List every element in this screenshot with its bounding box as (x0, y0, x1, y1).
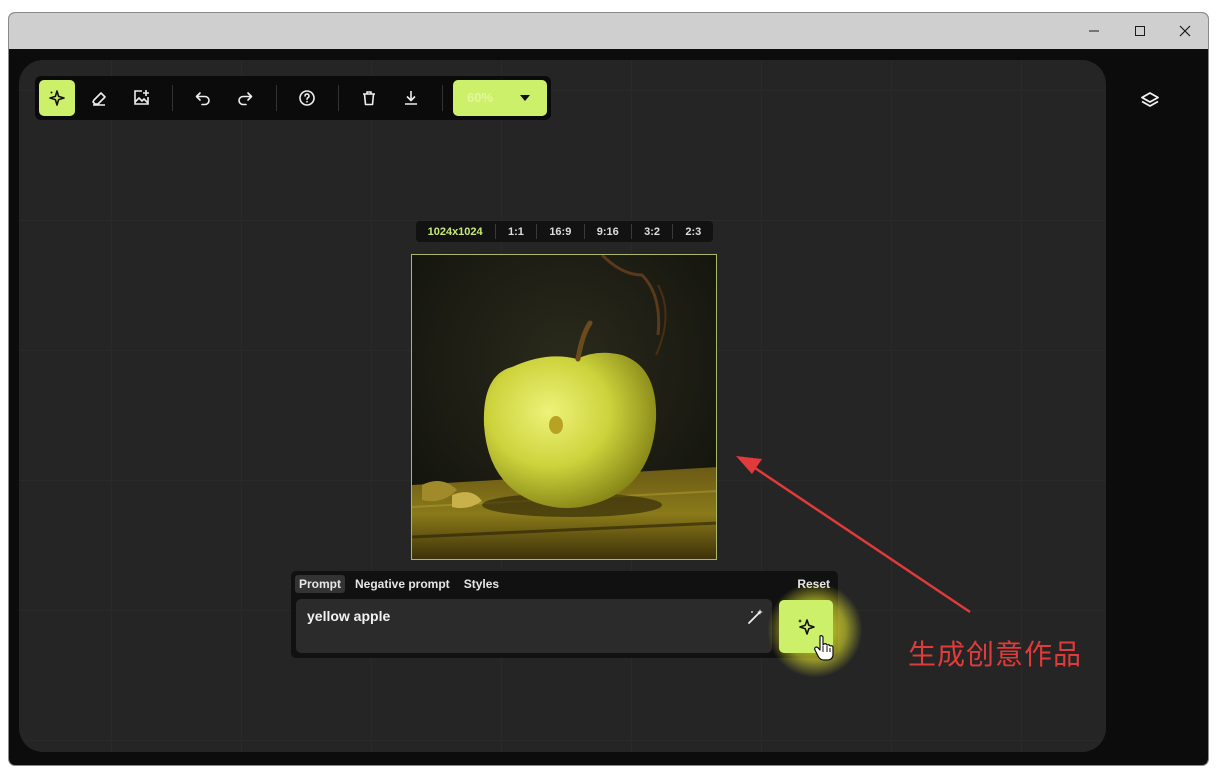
prompt-panel: Prompt Negative prompt Styles Reset yell… (291, 571, 838, 658)
sparkle-icon (49, 90, 65, 106)
annotation-label: 生成创意作品 (908, 638, 1083, 671)
layers-icon[interactable] (1139, 90, 1161, 112)
size-preset-2-3[interactable]: 2:3 (682, 226, 704, 238)
download-button[interactable] (393, 80, 429, 116)
preset-divider (536, 224, 538, 239)
eraser-icon (92, 92, 106, 106)
redo-button[interactable] (227, 80, 263, 116)
toolbar-divider (338, 85, 339, 111)
toolbar-divider (172, 85, 173, 111)
size-preset-bar: 1024x1024 1:1 16:9 9:16 3:2 2:3 (416, 221, 713, 242)
trash-icon (363, 91, 375, 106)
tab-negative-prompt[interactable]: Negative prompt (351, 575, 454, 593)
close-icon (1179, 25, 1191, 37)
hand-cursor-icon (814, 635, 834, 661)
chevron-down-icon (516, 89, 534, 107)
delete-button[interactable] (351, 80, 387, 116)
toolbar-divider (276, 85, 277, 111)
prompt-input[interactable]: yellow apple (296, 599, 772, 653)
size-preset-16-9[interactable]: 16:9 (546, 226, 574, 238)
maximize-icon (1135, 26, 1145, 36)
preset-divider (583, 224, 585, 239)
help-circle-icon (299, 90, 315, 106)
eraser-tool-button[interactable] (81, 80, 117, 116)
redo-icon (238, 92, 253, 106)
zoom-select[interactable]: 60% (453, 80, 547, 116)
maximize-button[interactable] (1117, 13, 1163, 49)
tab-styles[interactable]: Styles (460, 575, 503, 593)
tab-prompt[interactable]: Prompt (295, 575, 345, 593)
undo-icon (195, 92, 210, 106)
generate-tool-button[interactable] (39, 80, 75, 116)
title-bar (9, 13, 1208, 49)
minimize-icon (1089, 30, 1099, 32)
apple-image (412, 255, 716, 559)
toolbar-divider (442, 85, 443, 111)
close-button[interactable] (1162, 13, 1208, 49)
add-image-tool-button[interactable] (123, 80, 159, 116)
zoom-value: 60% (467, 90, 494, 105)
size-preset-9-16[interactable]: 9:16 (594, 226, 622, 238)
download-icon (405, 91, 417, 105)
size-preset-1-1[interactable]: 1:1 (505, 226, 527, 238)
prompt-tabs: Prompt Negative prompt Styles (295, 575, 503, 593)
preset-divider (672, 224, 674, 239)
size-preset-3-2[interactable]: 3:2 (641, 226, 663, 238)
undo-button[interactable] (185, 80, 221, 116)
help-button[interactable] (289, 80, 325, 116)
prompt-text: yellow apple (307, 608, 391, 624)
size-preset-1024[interactable]: 1024x1024 (425, 226, 486, 238)
magic-wand-icon[interactable] (746, 608, 764, 626)
preset-divider (630, 224, 632, 239)
preset-divider (494, 224, 496, 239)
minimize-button[interactable] (1071, 13, 1117, 49)
main-toolbar: 60% (35, 76, 551, 120)
generated-image[interactable] (411, 254, 717, 560)
image-plus-icon (134, 90, 149, 105)
